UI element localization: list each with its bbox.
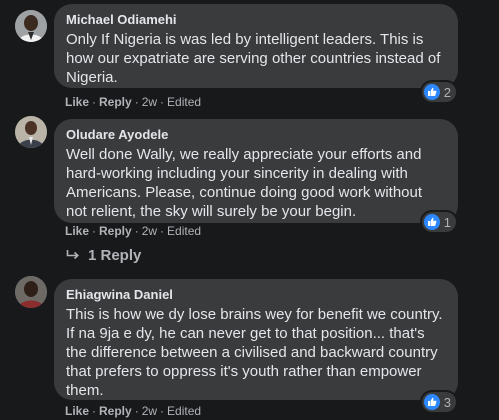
comment-actions: Like · Reply · 2w · Edited bbox=[65, 95, 202, 109]
profile-photo-icon bbox=[15, 116, 47, 148]
reaction-summary[interactable]: 3 bbox=[422, 392, 456, 412]
avatar[interactable] bbox=[15, 10, 47, 42]
profile-photo-icon bbox=[15, 10, 47, 42]
profile-photo-icon bbox=[15, 276, 47, 308]
comment-timestamp[interactable]: 2w bbox=[142, 224, 157, 238]
view-replies-link[interactable]: 1 Reply bbox=[66, 246, 141, 264]
edited-label: Edited bbox=[167, 404, 202, 418]
like-link[interactable]: Like bbox=[65, 224, 89, 238]
like-link[interactable]: Like bbox=[65, 404, 89, 418]
comment-bubble: Michael Odiamehi Only If Nigeria is was … bbox=[54, 4, 458, 88]
reply-link[interactable]: Reply bbox=[99, 95, 132, 109]
avatar[interactable] bbox=[15, 116, 47, 148]
comment-timestamp[interactable]: 2w bbox=[142, 404, 157, 418]
reaction-count: 3 bbox=[443, 394, 451, 410]
comment: Oludare Ayodele Well done Wally, we real… bbox=[0, 112, 499, 242]
reaction-summary[interactable]: 1 bbox=[422, 212, 456, 232]
comment-actions: Like · Reply · 2w · Edited bbox=[65, 224, 202, 238]
comment-text: This is how we dy lose brains wey for be… bbox=[66, 306, 443, 399]
reply-link[interactable]: Reply bbox=[99, 404, 132, 418]
reaction-count: 1 bbox=[443, 214, 451, 230]
edited-label: Edited bbox=[167, 95, 202, 109]
comment-author[interactable]: Oludare Ayodele bbox=[66, 127, 446, 143]
edited-label: Edited bbox=[167, 224, 202, 238]
like-reaction-icon bbox=[424, 84, 440, 100]
comment: Michael Odiamehi Only If Nigeria is was … bbox=[0, 0, 499, 112]
comment-author[interactable]: Michael Odiamehi bbox=[66, 12, 446, 28]
comment: Ehiagwina Daniel This is how we dy lose … bbox=[0, 270, 499, 420]
reply-link[interactable]: Reply bbox=[99, 224, 132, 238]
comment-text: Well done Wally, we really appreciate yo… bbox=[66, 146, 423, 220]
comment-bubble: Oludare Ayodele Well done Wally, we real… bbox=[54, 119, 458, 223]
comment-bubble: Ehiagwina Daniel This is how we dy lose … bbox=[54, 279, 458, 400]
replies-count-label[interactable]: 1 Reply bbox=[88, 247, 141, 264]
comment-timestamp[interactable]: 2w bbox=[142, 95, 157, 109]
reaction-count: 2 bbox=[443, 84, 451, 100]
comment-text: Only If Nigeria is was led by intelligen… bbox=[66, 31, 441, 86]
avatar[interactable] bbox=[15, 276, 47, 308]
reaction-summary[interactable]: 2 bbox=[422, 82, 456, 102]
like-reaction-icon bbox=[424, 214, 440, 230]
comment-actions: Like · Reply · 2w · Edited bbox=[65, 404, 202, 418]
comment-author[interactable]: Ehiagwina Daniel bbox=[66, 287, 446, 303]
like-link[interactable]: Like bbox=[65, 95, 89, 109]
reply-arrow-icon bbox=[66, 250, 79, 260]
like-reaction-icon bbox=[424, 394, 440, 410]
